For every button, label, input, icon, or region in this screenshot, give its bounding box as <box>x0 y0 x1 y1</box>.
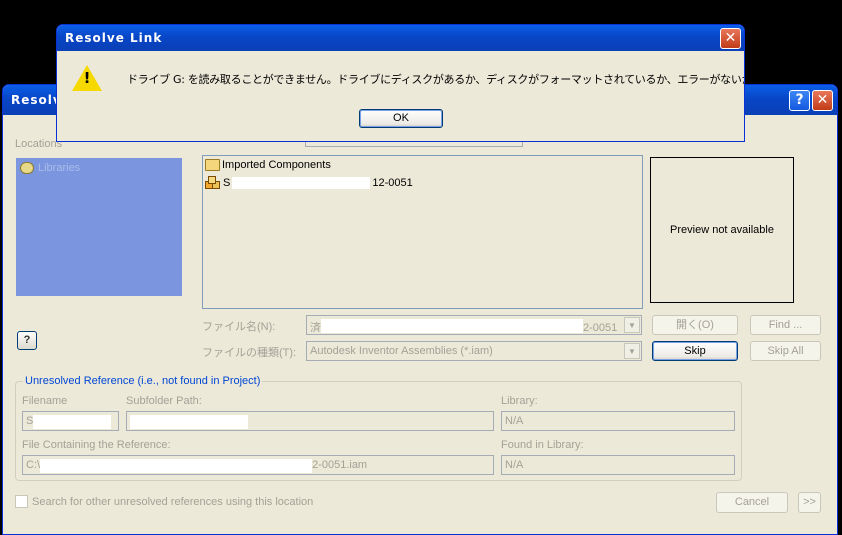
subfolder-field[interactable] <box>126 411 494 431</box>
open-button[interactable]: 開く(O) <box>652 315 738 335</box>
preview-text: Preview not available <box>670 224 774 236</box>
unresolved-filename-field[interactable]: S <box>22 411 119 431</box>
redacted-text <box>321 319 583 333</box>
library-label: Library: <box>501 395 538 407</box>
redacted-text <box>232 177 371 189</box>
filename-prefix: 済 <box>310 322 321 334</box>
list-item-imported-components[interactable]: Imported Components <box>205 159 331 171</box>
find-button[interactable]: Find ... <box>750 315 821 335</box>
help-icon-button[interactable]: ? <box>789 90 810 111</box>
search-checkbox[interactable] <box>15 495 28 508</box>
file-label-prefix: S <box>223 177 231 189</box>
warning-icon-mark: ! <box>83 69 91 87</box>
location-item-libraries[interactable]: Libraries <box>20 162 80 174</box>
dialog-title: Resolv <box>11 93 62 107</box>
preview-box: Preview not available <box>650 157 794 303</box>
search-checkbox-label: Search for other unresolved references u… <box>32 495 314 508</box>
unresolved-filename-value: S <box>26 415 34 427</box>
folder-icon <box>205 159 220 171</box>
found-library-label: Found in Library: <box>501 439 584 451</box>
filetype-label: ファイルの種類(T): <box>202 347 297 359</box>
containing-suffix: 2-0051.iam <box>312 459 368 471</box>
unresolved-title: Unresolved Reference (i.e., not found in… <box>23 375 263 387</box>
library-field[interactable]: N/A <box>501 411 735 431</box>
redacted-text <box>130 415 248 429</box>
more-button[interactable]: >> <box>798 492 821 513</box>
filename-suffix: 2-0051 <box>583 322 618 334</box>
file-label: Imported Components <box>222 159 331 171</box>
search-checkbox-row[interactable]: Search for other unresolved references u… <box>15 495 313 508</box>
filename-combobox[interactable]: 済 2-0051 ▼ <box>306 315 642 335</box>
close-icon-button[interactable]: ✕ <box>812 90 833 111</box>
library-icon <box>20 162 34 174</box>
popup-close-icon-button[interactable]: ✕ <box>720 28 741 49</box>
filetype-select[interactable]: Autodesk Inventor Assemblies (*.iam) ▼ <box>306 341 642 361</box>
filename-label: ファイル名(N): <box>202 321 276 333</box>
location-label: Libraries <box>38 162 81 174</box>
skip-button[interactable]: Skip <box>652 341 738 361</box>
containing-label: File Containing the Reference: <box>22 439 171 451</box>
skip-all-button[interactable]: Skip All <box>750 341 821 361</box>
help-button[interactable]: ? <box>17 331 37 350</box>
list-item-assembly[interactable]: S 12-0051 <box>205 176 413 190</box>
locations-list[interactable]: Libraries <box>16 158 182 296</box>
ok-button[interactable]: OK <box>359 109 443 128</box>
found-library-field[interactable]: N/A <box>501 455 735 475</box>
redacted-text <box>33 415 112 429</box>
found-library-value: N/A <box>505 459 524 471</box>
chevron-down-icon[interactable]: ▼ <box>624 317 640 333</box>
library-value: N/A <box>505 415 524 427</box>
unresolved-filename-label: Filename <box>22 395 68 407</box>
file-list-panel[interactable]: Imported Components S 12-0051 <box>202 155 643 309</box>
redacted-text <box>40 459 313 473</box>
filetype-value: Autodesk Inventor Assemblies (*.iam) <box>310 345 493 357</box>
assembly-icon <box>205 176 221 190</box>
cancel-button[interactable]: Cancel <box>716 492 788 513</box>
popup-message: ドライブ G: を読み取ることができません。ドライブにディスクがあるか、ディスク… <box>127 73 745 86</box>
containing-field[interactable]: C:\ 2-0051.iam <box>22 455 494 475</box>
containing-prefix: C:\ <box>26 459 41 471</box>
subfolder-label: Subfolder Path: <box>126 395 202 407</box>
popup-titlebar[interactable]: Resolve Link ✕ <box>57 25 744 51</box>
resolve-dialog: Resolv ? ✕ Locations Libraries Imported … <box>2 84 838 535</box>
resolve-link-popup: Resolve Link ✕ ! ドライブ G: を読み取ることができません。ド… <box>56 24 745 142</box>
chevron-down-icon[interactable]: ▼ <box>624 343 640 359</box>
popup-title: Resolve Link <box>65 31 163 45</box>
file-label-suffix: 12-0051 <box>372 177 413 189</box>
